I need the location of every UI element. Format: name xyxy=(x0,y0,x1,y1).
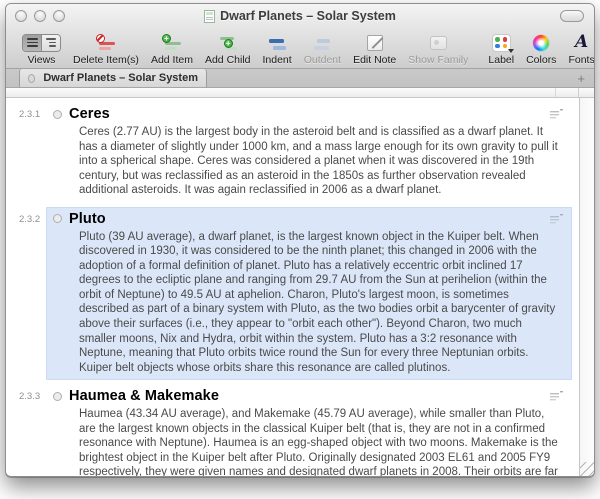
item-number: 2.3.1 xyxy=(6,102,46,203)
edit-note-icon xyxy=(367,35,383,51)
colors-button[interactable]: Colors xyxy=(520,32,562,66)
new-tab-button[interactable]: + xyxy=(577,69,594,87)
column-header-strip xyxy=(6,88,594,98)
item-bullet[interactable] xyxy=(53,110,62,119)
title-bar[interactable]: Dwarf Planets – Solar System xyxy=(6,4,594,28)
outline-item-pluto[interactable]: 2.3.2 Pluto Pluto (39 AU average), a dwa… xyxy=(6,207,579,380)
outline-content: 2.3.1 Ceres Ceres (2.77 AU) is the large… xyxy=(6,98,579,476)
list-view-icon[interactable] xyxy=(23,35,42,51)
item-number: 2.3.3 xyxy=(6,384,46,476)
zoom-icon[interactable] xyxy=(53,10,65,22)
views-label: Views xyxy=(28,54,56,66)
chevron-down-icon xyxy=(508,49,514,53)
tab-close-icon[interactable] xyxy=(28,74,35,83)
outdent-icon xyxy=(312,35,332,51)
outline-item-haumea-makemake[interactable]: 2.3.3 Haumea & Makemake Haumea (43.34 AU… xyxy=(6,384,579,476)
views-segmented-control xyxy=(22,34,61,52)
delete-items-icon xyxy=(96,35,116,51)
add-child-icon: + xyxy=(218,35,238,51)
delete-items-label: Delete Item(s) xyxy=(73,54,139,66)
add-item-label: Add Item xyxy=(151,54,193,66)
add-item-icon: + xyxy=(162,35,182,51)
fonts-label: Fonts xyxy=(568,54,594,66)
label-label: Label xyxy=(488,54,514,66)
indent-icon xyxy=(267,35,287,51)
app-window: Dwarf Planets – Solar System Views xyxy=(5,3,595,477)
tab-bar: Dwarf Planets – Solar System + xyxy=(6,68,594,88)
delete-items-button[interactable]: Delete Item(s) xyxy=(67,32,145,66)
strip-divider xyxy=(578,88,579,97)
fonts-button[interactable]: A Fonts xyxy=(562,32,595,66)
label-icon xyxy=(492,34,511,52)
tab-dwarf-planets[interactable]: Dwarf Planets – Solar System xyxy=(19,69,207,87)
add-child-label: Add Child xyxy=(205,54,251,66)
outline-view-icon[interactable] xyxy=(42,35,60,51)
close-icon[interactable] xyxy=(15,10,27,22)
vertical-scrollbar[interactable] xyxy=(579,98,594,476)
edit-note-label: Edit Note xyxy=(353,54,396,66)
indent-label: Indent xyxy=(263,54,292,66)
add-child-button[interactable]: + Add Child xyxy=(199,32,257,66)
colors-label: Colors xyxy=(526,54,556,66)
window-chrome: Dwarf Planets – Solar System Views xyxy=(6,4,594,68)
minimize-icon[interactable] xyxy=(34,10,46,22)
item-body-text[interactable]: Haumea (43.34 AU average), and Makemake … xyxy=(79,407,558,476)
outline-area: 2.3.1 Ceres Ceres (2.77 AU) is the large… xyxy=(6,98,594,476)
outline-item-ceres[interactable]: 2.3.1 Ceres Ceres (2.77 AU) is the large… xyxy=(6,102,579,203)
window-controls xyxy=(15,10,65,22)
fonts-icon: A xyxy=(575,34,588,51)
tab-title: Dwarf Planets – Solar System xyxy=(43,72,198,84)
indent-button[interactable]: Indent xyxy=(257,32,298,66)
outdent-label: Outdent xyxy=(304,54,341,66)
item-title[interactable]: Ceres xyxy=(69,106,110,122)
add-item-button[interactable]: + Add Item xyxy=(145,32,199,66)
resize-grip[interactable] xyxy=(580,462,594,476)
toolbar: Views Delete Item(s) + xyxy=(6,28,594,68)
show-family-label: Show Family xyxy=(408,54,468,66)
document-icon xyxy=(204,10,215,23)
item-body-text[interactable]: Ceres (2.77 AU) is the largest body in t… xyxy=(79,125,558,198)
views-button[interactable]: Views xyxy=(16,32,67,66)
item-title[interactable]: Haumea & Makemake xyxy=(69,388,219,404)
label-button[interactable]: Label xyxy=(482,32,520,66)
item-body-text[interactable]: Pluto (39 AU average), a dwarf planet, i… xyxy=(79,230,558,375)
window-title: Dwarf Planets – Solar System xyxy=(220,9,396,23)
strip-divider xyxy=(555,88,556,97)
color-wheel-icon xyxy=(533,35,549,51)
edit-note-button[interactable]: Edit Note xyxy=(347,32,402,66)
note-icon[interactable] xyxy=(550,391,563,401)
title-group: Dwarf Planets – Solar System xyxy=(6,9,594,23)
item-bullet[interactable] xyxy=(53,392,62,401)
note-icon[interactable] xyxy=(550,109,563,119)
item-bullet[interactable] xyxy=(53,214,62,223)
item-title[interactable]: Pluto xyxy=(69,211,106,227)
toolbar-toggle-button[interactable] xyxy=(560,10,584,22)
item-number: 2.3.2 xyxy=(6,207,46,380)
outdent-button: Outdent xyxy=(298,32,347,66)
note-icon[interactable] xyxy=(550,214,563,224)
show-family-button: Show Family xyxy=(402,32,474,66)
show-family-icon xyxy=(430,36,447,50)
